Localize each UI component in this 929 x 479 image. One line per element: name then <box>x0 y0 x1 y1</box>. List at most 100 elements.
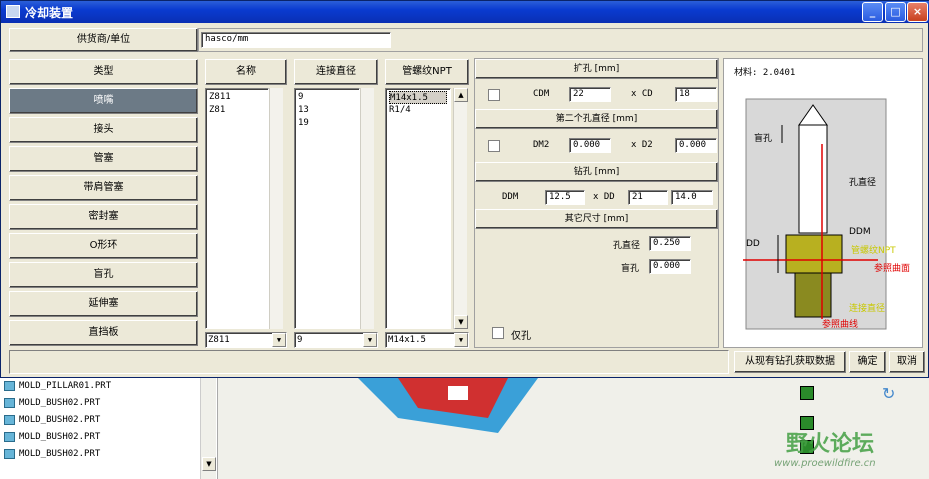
hole-only-label: 仅孔 <box>511 331 531 342</box>
preview-ref-plane-label: 参照曲面 <box>874 264 911 274</box>
d2-field[interactable]: 0.000 <box>675 138 717 153</box>
category-blind-hole[interactable]: 盲孔 <box>9 262 198 288</box>
hole-only-checkbox[interactable] <box>492 327 504 339</box>
chevron-down-icon[interactable]: ▼ <box>202 457 216 471</box>
tree-item-label: MOLD_BUSH02.PRT <box>19 449 101 459</box>
status-bar <box>9 350 729 374</box>
chevron-down-icon[interactable]: ▼ <box>454 315 468 329</box>
ddm-field[interactable]: 12.5 <box>545 190 585 205</box>
ddm-label: DDM <box>502 192 519 202</box>
second-hole-checkbox[interactable] <box>488 140 500 152</box>
category-plug[interactable]: 管塞 <box>9 146 198 172</box>
cancel-button[interactable]: 取消 <box>889 351 925 373</box>
dd2-field[interactable]: 14.0 <box>671 190 713 205</box>
connect-combo-value: 9 <box>297 335 303 345</box>
tree-item[interactable]: MOLD_PILLAR01.PRT <box>4 378 111 395</box>
list-item[interactable]: 9 <box>298 91 356 104</box>
preview-hole-dia-label: 孔直径 <box>849 178 877 188</box>
preview-connect-label: 连接直径 <box>849 304 886 314</box>
name-scrollbar[interactable] <box>269 88 283 329</box>
thread-scrollbar[interactable]: ▲ ▼ <box>453 88 468 329</box>
category-connector[interactable]: 接头 <box>9 117 198 143</box>
chevron-down-icon[interactable]: ▼ <box>454 333 468 347</box>
chevron-down-icon[interactable]: ▼ <box>363 333 377 347</box>
part-icon <box>4 397 15 408</box>
part-icon <box>4 448 15 459</box>
chevron-down-icon[interactable]: ▼ <box>272 333 286 347</box>
list-item[interactable]: Z81 <box>209 104 265 117</box>
window-title: 冷却装置 <box>25 6 74 20</box>
drill-header: 钻孔 [mm] <box>475 162 718 182</box>
minimize-button[interactable]: _ <box>862 2 883 22</box>
fetch-data-button[interactable]: 从现有钻孔获取数据 <box>734 351 846 373</box>
thread-combo[interactable]: M14x1.5 ▼ <box>385 332 469 348</box>
chevron-up-icon[interactable]: ▲ <box>454 88 468 102</box>
list-item[interactable]: M14x1.5 <box>389 91 447 104</box>
tree-item[interactable]: MOLD_BUSH02.PRT <box>4 446 100 463</box>
preview-ddm-label: DDM <box>849 227 871 237</box>
connect-column-header: 连接直径 <box>294 59 378 85</box>
list-item[interactable]: R1/4 <box>389 104 447 117</box>
preview-blind-label: 盲孔 <box>754 134 773 144</box>
xdd-label: x DD <box>593 192 615 202</box>
second-hole-header: 第二个孔直径 [mm] <box>475 109 718 129</box>
counterbore-header: 扩孔 [mm] <box>475 59 718 79</box>
thread-column-header: 管螺纹NPT <box>385 59 469 85</box>
category-nozzle[interactable]: 喷嘴 <box>9 88 198 114</box>
blind-field[interactable]: 0.000 <box>649 259 691 274</box>
app-icon <box>6 5 20 18</box>
tree-item[interactable]: MOLD_BUSH02.PRT <box>4 412 100 429</box>
name-combo-value: Z811 <box>208 335 230 345</box>
hole-dia-field[interactable]: 0.250 <box>649 236 691 251</box>
ok-button[interactable]: 确定 <box>849 351 886 373</box>
connect-list[interactable]: 9 13 19 <box>294 88 360 329</box>
nozzle-body-shape <box>785 234 843 274</box>
cdm-field[interactable]: 22 <box>569 87 611 102</box>
cd-field[interactable]: 18 <box>675 87 717 102</box>
preview-panel: 材料: 2.0401 盲孔 孔直径 DDM DD 管螺纹NPT 参照曲面 连接直… <box>723 58 923 348</box>
part-icon <box>4 380 15 391</box>
tree-item-label: MOLD_BUSH02.PRT <box>19 415 101 425</box>
close-button[interactable]: × <box>907 2 928 22</box>
dm2-field[interactable]: 0.000 <box>569 138 611 153</box>
connect-scrollbar[interactable] <box>360 88 374 329</box>
tree-item[interactable]: MOLD_BUSH02.PRT <box>4 429 100 446</box>
watermark-text: 野火论坛 <box>786 432 875 457</box>
preview-thread-label: 管螺纹NPT <box>851 246 896 256</box>
tree-scrollbar[interactable]: ▼ <box>200 378 216 479</box>
category-extension-plug[interactable]: 延伸塞 <box>9 291 198 317</box>
maximize-button[interactable]: □ <box>885 2 906 22</box>
category-o-ring[interactable]: O形环 <box>9 233 198 259</box>
hole-dia-label: 孔直径 <box>613 241 641 251</box>
refresh-icon[interactable]: ↻ <box>882 384 895 403</box>
part-icon <box>4 431 15 442</box>
model-canvas[interactable]: ↻ 野火论坛 www.proewildfire.cn <box>218 378 929 479</box>
category-seal-plug[interactable]: 密封塞 <box>9 204 198 230</box>
category-baffle[interactable]: 直挡板 <box>9 320 198 346</box>
xd2-label: x D2 <box>631 140 653 150</box>
name-list[interactable]: Z811 Z81 <box>205 88 269 329</box>
dd-field[interactable]: 21 <box>628 190 668 205</box>
supplier-field[interactable]: hasco/mm <box>201 32 391 48</box>
cooling-dialog: 冷却装置 _ □ × 供货商/单位 hasco/mm 类型 喷嘴 接头 管塞 带… <box>0 0 929 378</box>
pillar-shape <box>448 386 468 400</box>
toolbar-icon[interactable] <box>800 386 814 400</box>
model-tree: MOLD_PILLAR01.PRT MOLD_BUSH02.PRT MOLD_B… <box>0 378 218 479</box>
connect-combo[interactable]: 9 ▼ <box>294 332 378 348</box>
part-icon <box>4 414 15 425</box>
tree-item[interactable]: MOLD_BUSH02.PRT <box>4 395 100 412</box>
title-bar[interactable]: 冷却装置 _ □ × <box>1 1 929 23</box>
category-header: 类型 <box>9 59 198 85</box>
model-geometry <box>358 378 538 433</box>
category-shoulder-plug[interactable]: 带肩管塞 <box>9 175 198 201</box>
name-combo[interactable]: Z811 ▼ <box>205 332 287 348</box>
thread-combo-value: M14x1.5 <box>388 335 426 345</box>
watermark-url: www.proewildfire.cn <box>774 458 876 469</box>
counterbore-checkbox[interactable] <box>488 89 500 101</box>
list-item[interactable]: Z811 <box>209 91 265 104</box>
xcd-label: x CD <box>631 89 653 99</box>
list-item[interactable]: 13 <box>298 104 356 117</box>
drill-hole-shape <box>798 124 828 234</box>
list-item[interactable]: 19 <box>298 117 356 130</box>
thread-list[interactable]: M14x1.5 R1/4 <box>385 88 451 329</box>
